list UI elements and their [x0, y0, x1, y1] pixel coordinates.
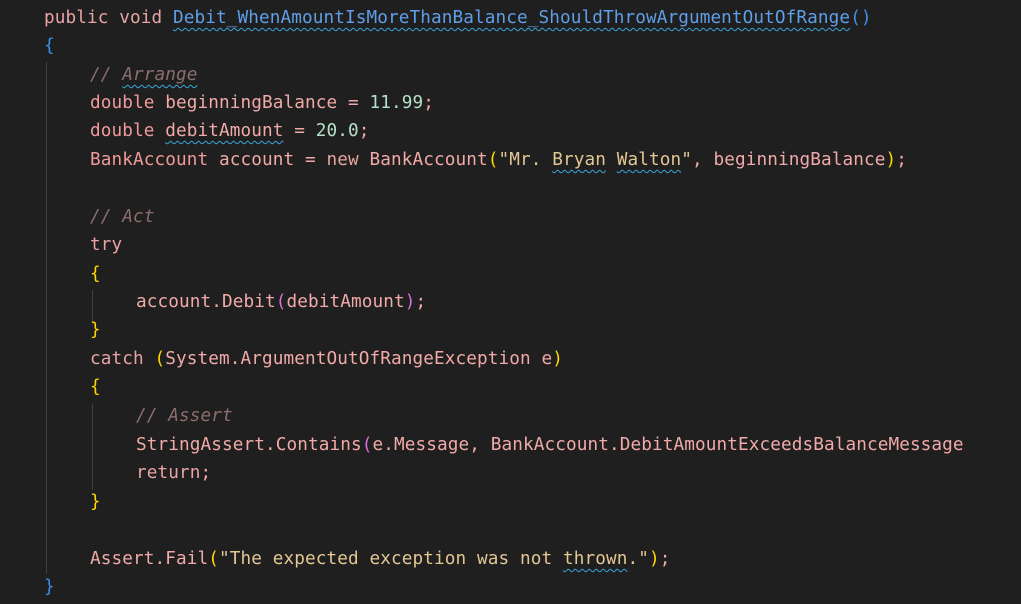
close-paren: ) [552, 349, 563, 369]
open-brace: { [90, 377, 101, 397]
assign-op: = [337, 93, 370, 113]
string-literal-end: ." [627, 549, 649, 569]
open-paren: ( [208, 549, 219, 569]
close-brace: } [90, 320, 101, 340]
number-literal: 20.0 [315, 121, 359, 141]
open-paren: ( [154, 349, 166, 369]
semicolon: ; [896, 150, 907, 170]
open-brace: { [44, 36, 55, 56]
code-line-try-open-brace[interactable]: { [90, 260, 101, 288]
contains-args: e.Message, BankAccount.DebitAmountExceed… [372, 435, 964, 455]
code-line-account-new[interactable]: BankAccount account = new BankAccount("M… [90, 146, 907, 174]
var-beginning-balance: beginningBalance [165, 93, 338, 113]
code-line-try-close-brace[interactable]: } [90, 316, 101, 344]
string-close-quote: " [681, 150, 692, 170]
assign-op: = [283, 121, 316, 141]
dot: . [211, 292, 222, 312]
string-word-walton: Walton [616, 150, 682, 170]
close-brace: } [90, 492, 101, 512]
object-assert: Assert [90, 549, 155, 569]
type-double: double [90, 121, 155, 141]
string-literal-part: "Mr. [498, 150, 553, 170]
code-line-comment-arrange[interactable]: // Arrange [90, 61, 198, 89]
constructor-name: BankAccount [369, 150, 488, 170]
keyword-void: void [119, 8, 163, 28]
code-line-catch-close-brace[interactable]: } [90, 488, 101, 516]
comment-act: // Act [90, 207, 155, 227]
keyword-new: new [326, 150, 359, 170]
method-debit: Debit [222, 292, 276, 312]
code-line-catch-open-brace[interactable]: { [90, 373, 101, 401]
keyword-catch: catch [90, 349, 144, 369]
keyword-try: try [90, 235, 123, 255]
code-line-debit-call[interactable]: account.Debit(debitAmount); [136, 288, 426, 316]
constructor-args: , beginningBalance [692, 150, 886, 170]
code-line-assert-fail[interactable]: Assert.Fail("The expected exception was … [90, 545, 670, 573]
number-literal: 11.99 [369, 93, 424, 113]
indent-guide [46, 62, 47, 574]
comment-slashes: // [90, 65, 123, 85]
code-line-debit-amount[interactable]: double debitAmount = 20.0; [90, 117, 370, 145]
method-parens: () [850, 8, 872, 28]
open-paren: ( [275, 292, 287, 312]
dot: . [265, 435, 276, 455]
string-space [606, 150, 617, 170]
close-paren: ) [885, 150, 897, 170]
code-editor[interactable]: public void Debit_WhenAmountIsMoreThanBa… [0, 0, 1021, 604]
code-line-method-signature[interactable]: public void Debit_WhenAmountIsMoreThanBa… [44, 4, 872, 32]
code-line-beginning-balance[interactable]: double beginningBalance = 11.99; [90, 89, 434, 117]
assign-op: = [294, 150, 327, 170]
string-word-thrown: thrown [562, 549, 628, 569]
code-line-comment-act[interactable]: // Act [90, 203, 155, 231]
close-paren: ) [648, 549, 660, 569]
comment-assert: // Assert [136, 406, 233, 426]
object-account: account [136, 292, 212, 312]
method-fail: Fail [165, 549, 209, 569]
close-paren: ) [404, 292, 416, 312]
keyword-public: public [44, 8, 109, 28]
string-literal-part: "The expected exception was not [219, 549, 563, 569]
var-account: account [219, 150, 295, 170]
dot: . [154, 549, 166, 569]
arg-debit-amount: debitAmount [286, 292, 405, 312]
open-paren: ( [361, 435, 373, 455]
close-brace: } [44, 577, 55, 597]
open-brace: { [90, 264, 101, 284]
semicolon: ; [423, 93, 434, 113]
semicolon: ; [659, 549, 671, 569]
type-bankaccount: BankAccount [90, 150, 209, 170]
object-stringassert: StringAssert [136, 435, 265, 455]
code-line-close-brace[interactable]: } [44, 573, 55, 601]
semicolon: ; [200, 463, 212, 483]
method-contains: Contains [275, 435, 362, 455]
code-line-catch[interactable]: catch (System.ArgumentOutOfRangeExceptio… [90, 345, 563, 373]
string-word-bryan: Bryan [552, 150, 606, 170]
code-line-stringassert[interactable]: StringAssert.Contains(e.Message, BankAcc… [136, 431, 964, 459]
open-paren: ( [487, 150, 499, 170]
method-name: Debit_WhenAmountIsMoreThanBalance_Should… [173, 8, 851, 28]
code-line-try[interactable]: try [90, 231, 122, 259]
comment-arrange: Arrange [122, 65, 198, 85]
type-double: double [90, 93, 155, 113]
code-line-return[interactable]: return; [136, 459, 211, 487]
code-line-comment-assert[interactable]: // Assert [136, 402, 233, 430]
exception-type: System.ArgumentOutOfRangeException e [165, 349, 553, 369]
var-debit-amount: debitAmount [165, 121, 284, 141]
code-line-open-brace[interactable]: { [44, 32, 55, 60]
indent-guide [92, 404, 93, 490]
keyword-return: return [136, 463, 201, 483]
semicolon: ; [358, 121, 370, 141]
semicolon: ; [415, 292, 427, 312]
